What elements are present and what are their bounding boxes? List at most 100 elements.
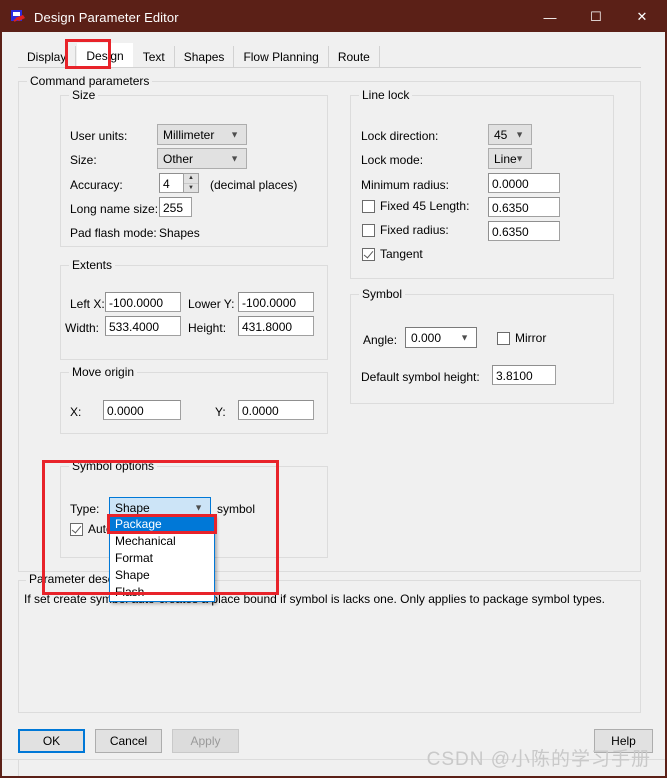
symbol-type-value: Shape	[115, 500, 150, 515]
fixed-radius-checkbox[interactable]: Fixed radius:	[362, 223, 449, 237]
line-lock-group-label: Line lock	[359, 88, 413, 102]
size-combo[interactable]: Other ▼	[157, 148, 247, 169]
apply-button[interactable]: Apply	[172, 729, 239, 753]
minimize-icon[interactable]: —	[527, 2, 573, 32]
move-origin-y-label: Y:	[215, 405, 226, 419]
dropdown-item-flash[interactable]: Flash	[110, 584, 214, 601]
cancel-button[interactable]: Cancel	[95, 729, 162, 753]
lock-mode-combo[interactable]: Line ▼	[488, 148, 532, 169]
bottom-left-rail	[2, 760, 19, 776]
title-bar: Design Parameter Editor — ☐ ✕	[2, 2, 665, 32]
tab-design[interactable]: Design	[76, 42, 134, 68]
tab-text[interactable]: Text	[133, 46, 175, 68]
angle-label: Angle:	[363, 333, 398, 347]
watermark: CSDN @小陈的学习手册	[426, 749, 651, 770]
close-icon[interactable]: ✕	[619, 2, 665, 32]
angle-value: 0.000	[411, 330, 442, 345]
symbol-group-label: Symbol	[359, 287, 406, 301]
extents-group-label: Extents	[69, 258, 116, 272]
window-controls: — ☐ ✕	[527, 2, 665, 32]
mirror-checkbox[interactable]: Mirror	[497, 331, 546, 345]
fixed-45-length-input[interactable]: 0.6350	[488, 197, 560, 217]
design-parameter-editor-window: Design Parameter Editor — ☐ ✕ Display De…	[0, 0, 667, 778]
command-parameters-label: Command parameters	[27, 74, 153, 88]
user-units-combo[interactable]: Millimeter ▼	[157, 124, 247, 145]
ok-button[interactable]: OK	[18, 729, 85, 753]
move-origin-x-input[interactable]: 0.0000	[103, 400, 181, 420]
tab-route[interactable]: Route	[328, 46, 380, 68]
move-origin-y-input[interactable]: 0.0000	[238, 400, 314, 420]
size-group-label: Size	[69, 88, 99, 102]
stepper-up-icon[interactable]: ▲	[184, 174, 198, 184]
lock-direction-value: 45	[494, 127, 508, 142]
height-label: Height:	[188, 321, 227, 335]
user-units-value: Millimeter	[163, 127, 215, 142]
tab-flow-planning[interactable]: Flow Planning	[234, 46, 329, 68]
user-units-label: User units:	[70, 129, 128, 143]
extents-group: Extents	[60, 258, 328, 360]
lock-direction-combo[interactable]: 45 ▼	[488, 124, 532, 145]
dropdown-item-mechanical[interactable]: Mechanical	[110, 533, 214, 550]
symbol-type-dropdown-list[interactable]: Package Mechanical Format Shape Flash	[109, 515, 215, 602]
lock-mode-value: Line	[494, 151, 517, 166]
symbol-type-suffix-label: symbol	[217, 502, 256, 516]
size-group: Size	[60, 88, 328, 247]
window-title: Design Parameter Editor	[34, 9, 179, 25]
checkbox-box	[362, 199, 375, 213]
lock-mode-label: Lock mode:	[361, 153, 424, 167]
fixed-45-length-label: Fixed 45 Length:	[380, 199, 470, 213]
width-input[interactable]: 533.4000	[105, 316, 181, 336]
tab-strip: Display Design Text Shapes Flow Planning…	[18, 42, 380, 68]
checkbox-box	[70, 522, 83, 536]
tab-underline	[18, 67, 641, 68]
fixed-radius-input[interactable]: 0.6350	[488, 221, 560, 241]
minimum-radius-input[interactable]: 0.0000	[488, 173, 560, 193]
accuracy-stepper[interactable]: ▲ ▼	[183, 173, 199, 193]
minimum-radius-label: Minimum radius:	[361, 178, 450, 192]
width-label: Width:	[65, 321, 100, 335]
size-label: Size:	[70, 153, 97, 167]
symbol-group: Symbol	[350, 287, 614, 404]
auto-checkbox[interactable]: Auto	[70, 522, 113, 536]
fixed-radius-label: Fixed radius:	[380, 223, 449, 237]
tangent-checkbox[interactable]: Tangent	[362, 247, 423, 261]
chevron-down-icon: ▼	[515, 153, 524, 163]
dropdown-item-shape[interactable]: Shape	[110, 567, 214, 584]
lower-y-input[interactable]: -100.0000	[238, 292, 314, 312]
chevron-down-icon: ▼	[230, 153, 239, 163]
height-input[interactable]: 431.8000	[238, 316, 314, 336]
tab-display[interactable]: Display	[18, 46, 77, 68]
lock-direction-label: Lock direction:	[361, 129, 439, 143]
chevron-down-icon: ▼	[230, 129, 239, 139]
stepper-down-icon[interactable]: ▼	[184, 184, 198, 193]
tangent-label: Tangent	[380, 247, 423, 261]
default-symbol-height-label: Default symbol height:	[361, 370, 480, 384]
size-value: Other	[163, 151, 194, 166]
app-icon	[10, 9, 26, 25]
dropdown-item-format[interactable]: Format	[110, 550, 214, 567]
symbol-type-label: Type:	[70, 502, 100, 516]
left-x-label: Left X:	[70, 297, 105, 311]
move-origin-x-label: X:	[70, 405, 82, 419]
pad-flash-mode-value: Shapes	[159, 226, 200, 240]
checkbox-box	[497, 331, 510, 345]
checkbox-box	[362, 223, 375, 237]
chevron-down-icon: ▼	[515, 129, 524, 139]
left-x-input[interactable]: -100.0000	[105, 292, 181, 312]
mirror-label: Mirror	[515, 331, 547, 345]
fixed-45-length-checkbox[interactable]: Fixed 45 Length:	[362, 199, 469, 213]
default-symbol-height-input[interactable]: 3.8100	[492, 365, 556, 385]
symbol-options-group-label: Symbol options	[69, 459, 158, 473]
chevron-down-icon: ▼	[460, 332, 469, 342]
accuracy-suffix-label: (decimal places)	[210, 178, 298, 192]
chevron-down-icon: ▼	[194, 502, 203, 512]
lower-y-label: Lower Y:	[188, 297, 235, 311]
long-name-size-input[interactable]: 255	[159, 197, 192, 217]
tab-shapes[interactable]: Shapes	[174, 46, 235, 68]
dropdown-item-package[interactable]: Package	[110, 516, 214, 533]
checkbox-box	[362, 247, 375, 261]
long-name-size-label: Long name size:	[70, 202, 159, 216]
maximize-icon[interactable]: ☐	[573, 2, 619, 32]
angle-combo[interactable]: 0.000 ▼	[405, 327, 477, 348]
move-origin-group-label: Move origin	[69, 365, 138, 379]
